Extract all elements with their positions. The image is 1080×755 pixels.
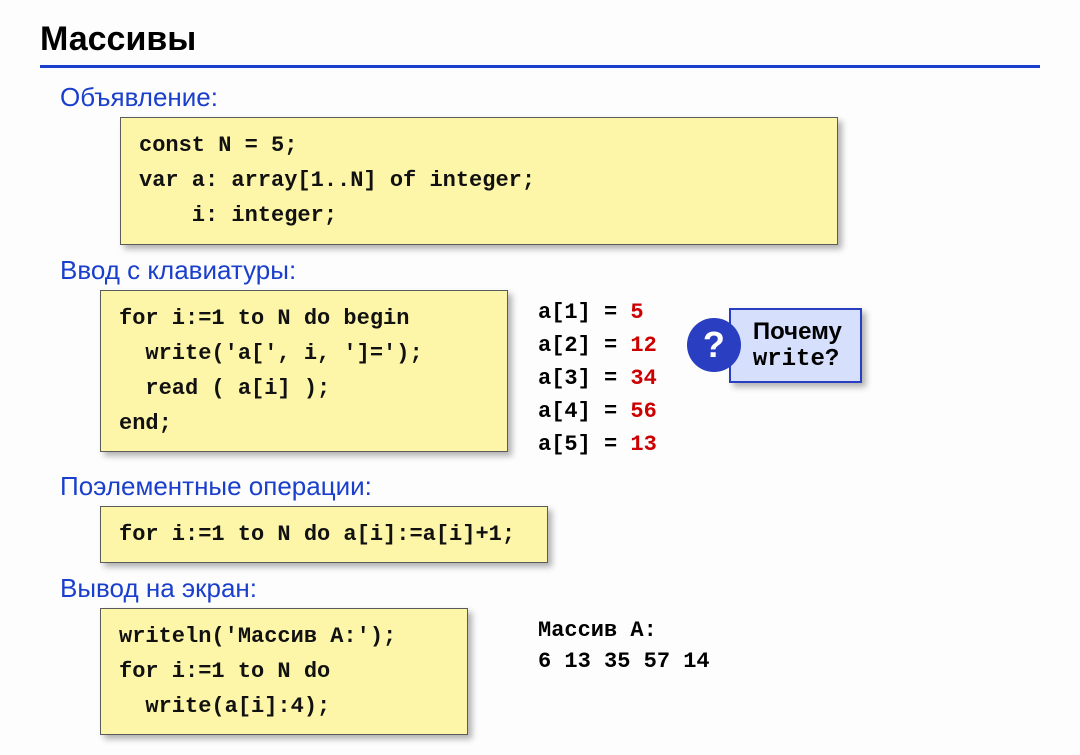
page-title: Массивы [40, 20, 1040, 68]
sample-key: a[3] = [538, 366, 630, 391]
sample-key: a[5] = [538, 432, 630, 457]
section-declaration-label: Объявление: [60, 82, 1040, 113]
sample-key: a[2] = [538, 333, 630, 358]
code-elementwise: for i:=1 to N do a[i]:=a[i]+1; [100, 506, 548, 563]
sample-val: 12 [630, 333, 656, 358]
question-icon: ? [687, 318, 741, 372]
section-input-label: Ввод с клавиатуры: [60, 255, 1040, 286]
code-declaration: const N = 5; var a: array[1..N] of integ… [120, 117, 838, 245]
sample-val: 34 [630, 366, 656, 391]
section-elementwise-label: Поэлементные операции: [60, 471, 1040, 502]
callout-line1: Почему [753, 318, 842, 346]
callout-line2: write? [753, 346, 842, 373]
output-result-values: 6 13 35 57 14 [538, 649, 710, 674]
sample-val: 13 [630, 432, 656, 457]
sample-key: a[1] = [538, 300, 630, 325]
output-result: Массив A: 6 13 35 57 14 [538, 618, 710, 674]
output-result-label: Массив A: [538, 618, 710, 643]
sample-key: a[4] = [538, 399, 630, 424]
code-output: writeln('Массив A:'); for i:=1 to N do w… [100, 608, 468, 736]
sample-values: a[1] = 5 a[2] = 12 a[3] = 34 a[4] = 56 a… [538, 296, 657, 461]
section-output-label: Вывод на экран: [60, 573, 1040, 604]
callout-why-write: ? Почему write? [687, 308, 862, 383]
code-input: for i:=1 to N do begin write('a[', i, ']… [100, 290, 508, 453]
sample-val: 56 [630, 399, 656, 424]
sample-val: 5 [630, 300, 643, 325]
